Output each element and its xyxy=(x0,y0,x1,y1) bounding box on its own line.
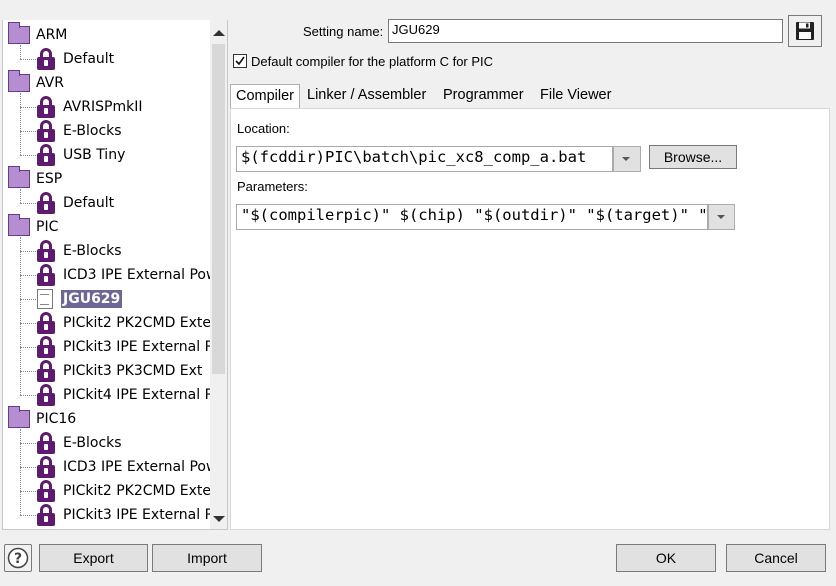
default-compiler-checkbox[interactable] xyxy=(233,54,247,68)
tree-group-label: AVR xyxy=(36,75,64,91)
tree-item-label: E-Blocks xyxy=(63,435,122,451)
lock-icon xyxy=(37,432,55,454)
tree-item[interactable]: AVRISPmkII xyxy=(37,95,144,119)
platform-tree[interactable]: ARM Default AVR AVRISPmkII E-Blocks USB Tiny E… xyxy=(2,20,228,530)
location-dropdown-button[interactable] xyxy=(613,146,641,172)
folder-icon xyxy=(8,214,30,236)
browse-button[interactable]: Browse... xyxy=(649,145,737,169)
export-button[interactable]: Export xyxy=(39,544,148,572)
parameters-dropdown-button[interactable] xyxy=(708,204,735,230)
svg-text:?: ? xyxy=(14,551,22,567)
tree-item-label: Default xyxy=(63,195,115,211)
lock-icon xyxy=(37,336,55,358)
tree-item[interactable]: PICkit3 PK3CMD Ext xyxy=(37,359,204,383)
tree-group-arm[interactable]: ARM xyxy=(8,22,69,47)
cancel-button[interactable]: Cancel xyxy=(726,544,826,572)
setting-name-label: Setting name: xyxy=(303,24,384,39)
lock-icon xyxy=(37,192,55,214)
help-icon: ? xyxy=(7,547,29,569)
setting-name-input[interactable]: JGU629 xyxy=(388,19,783,43)
tree-item-label: PICkit2 PK2CMD Exter xyxy=(63,315,217,331)
lock-icon xyxy=(37,48,55,70)
tree-item[interactable]: PICkit4 IPE External P xyxy=(37,383,215,407)
tree-group-avr[interactable]: AVR xyxy=(8,70,66,95)
default-compiler-label: Default compiler for the platform C for … xyxy=(251,54,494,69)
tree-item[interactable]: E-Blocks xyxy=(37,119,124,143)
checkmark-icon xyxy=(235,56,245,66)
lock-icon xyxy=(37,456,55,478)
parameters-label: Parameters: xyxy=(237,179,308,194)
tab-file-viewer[interactable]: File Viewer xyxy=(535,84,616,108)
tree-item[interactable]: PICkit2 PK2CMD Exter xyxy=(37,311,219,335)
folder-icon xyxy=(8,70,30,92)
tree-group-label: PIC xyxy=(36,219,59,235)
lock-icon xyxy=(37,144,55,166)
tree-group-pic[interactable]: PIC xyxy=(8,214,60,239)
lock-icon xyxy=(37,360,55,382)
tree-item[interactable]: USB Tiny xyxy=(37,143,127,167)
tree-item[interactable]: PICkit2 PK2CMD Exter xyxy=(37,479,219,503)
tree-item[interactable]: ICD3 IPE External Pow xyxy=(37,455,219,479)
tree-item-label: AVRISPmkII xyxy=(63,99,143,115)
tree-item-label: ICD3 IPE External Pow xyxy=(63,459,218,475)
tree-item-label: PICkit2 PK2CMD Exter xyxy=(63,483,217,499)
scroll-up-arrow-icon[interactable] xyxy=(213,30,225,36)
tab-linker-assembler[interactable]: Linker / Assembler xyxy=(302,84,431,108)
tree-item[interactable]: E-Blocks xyxy=(37,431,124,455)
compiler-tab-panel: Location: $(fcddir)PIC\batch\pic_xc8_com… xyxy=(230,108,830,530)
tree-item-label: JGU629 xyxy=(61,290,123,308)
location-label: Location: xyxy=(237,121,290,136)
tab-programmer[interactable]: Programmer xyxy=(438,84,529,108)
help-button[interactable]: ? xyxy=(4,544,32,572)
tree-group-esp[interactable]: ESP xyxy=(8,166,64,191)
tab-compiler[interactable]: Compiler xyxy=(230,84,301,108)
tree-item-label: Default xyxy=(63,51,115,67)
tree-item-label: ICD3 IPE External Pow xyxy=(63,267,218,283)
tree-item[interactable]: PICkit3 IPE External P xyxy=(37,335,215,359)
lock-icon xyxy=(37,480,55,502)
folder-icon xyxy=(8,406,30,428)
ok-button[interactable]: OK xyxy=(616,544,716,572)
tree-item[interactable]: Default xyxy=(37,47,116,71)
scroll-thumb[interactable] xyxy=(212,44,225,374)
tree-item[interactable]: ICD3 IPE External Pow xyxy=(37,263,219,287)
lock-icon xyxy=(37,312,55,334)
save-button[interactable] xyxy=(788,15,822,47)
tree-scrollbar[interactable] xyxy=(210,20,227,529)
tree-item-label: PICkit4 IPE External P xyxy=(63,387,214,403)
lock-icon xyxy=(37,504,55,526)
scroll-down-arrow-icon[interactable] xyxy=(213,516,225,522)
lock-icon xyxy=(37,384,55,406)
parameters-input[interactable]: "$(compilerpic)" $(chip) "$(outdir)" "$(… xyxy=(236,204,708,230)
folder-icon xyxy=(8,22,30,44)
tree-item[interactable]: PICkit3 IPE External P xyxy=(37,503,215,527)
floppy-disk-icon xyxy=(796,22,814,40)
lock-icon xyxy=(37,264,55,286)
tree-group-pic16[interactable]: PIC16 xyxy=(8,406,78,431)
tree-item[interactable]: Default xyxy=(37,191,116,215)
lock-icon xyxy=(37,96,55,118)
tree-group-label: PIC16 xyxy=(36,411,77,427)
tree-item-label: PICkit3 PK3CMD Ext xyxy=(63,363,203,379)
lock-icon xyxy=(37,120,55,142)
lock-icon xyxy=(37,240,55,262)
folder-icon xyxy=(8,166,30,188)
tree-group-label: ESP xyxy=(36,171,63,187)
tree-group-label: ARM xyxy=(36,27,68,43)
tree-item-label: PICkit3 IPE External P xyxy=(63,339,214,355)
tree-item[interactable]: E-Blocks xyxy=(37,239,124,263)
tree-item-label: PICkit3 IPE External P xyxy=(63,507,214,523)
tree-item-label: E-Blocks xyxy=(63,243,122,259)
tree-item-label: USB Tiny xyxy=(63,147,126,163)
location-input[interactable]: $(fcddir)PIC\batch\pic_xc8_comp_a.bat xyxy=(236,146,613,172)
tree-item-label: E-Blocks xyxy=(63,123,122,139)
import-button[interactable]: Import xyxy=(152,544,262,572)
tree-item[interactable]: JGU629 xyxy=(37,287,123,311)
document-icon xyxy=(37,289,53,309)
